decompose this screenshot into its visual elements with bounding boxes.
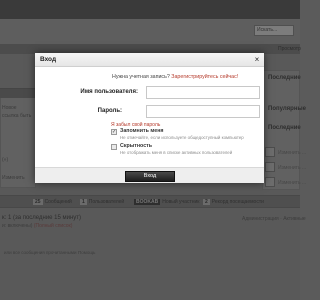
dialog-footer: Вход (35, 167, 264, 183)
admin-legend[interactable]: Администрация · Активные (242, 216, 306, 222)
forum-stats-bar: 25 Сообщений 1 Пользователей BOOKAB Новый у… (0, 195, 300, 208)
stat-users-label: Пользователей (88, 199, 125, 205)
stat-messages: 25 Сообщений (33, 199, 72, 205)
login-button[interactable]: Вход (125, 171, 175, 182)
stat-messages-label: Сообщений (44, 199, 72, 205)
search-input[interactable]: Искать... (254, 25, 294, 36)
online-users-title: к: 1 (за последние 15 минут) (2, 215, 82, 221)
full-list-link[interactable]: (Полный список) (34, 223, 73, 229)
hide-online-label: Скрытность (120, 143, 152, 149)
register-question: Нужна учетная запись? (112, 74, 170, 80)
remember-me-label: Запомнить меня (120, 128, 164, 134)
stat-users-count: 1 (80, 199, 87, 205)
avatar (265, 162, 275, 172)
stat-messages-count: 25 (33, 199, 43, 205)
forum-row-text: ссылка быть (2, 113, 32, 119)
remember-me-hint: Не отмечайте, если используете общедосту… (120, 135, 244, 140)
top-bar (0, 0, 300, 19)
avatar (265, 177, 275, 187)
stat-newest-label: Новый участник (162, 199, 200, 205)
stat-users: 1 Пользователей (80, 199, 124, 205)
sidebar-block-title: Последние (268, 125, 301, 131)
forum-row-text: Новое (2, 105, 17, 111)
hide-online-hint: Не отображать меня в списке активных пол… (120, 150, 233, 155)
sidebar-item-text[interactable]: Изменить ... (278, 150, 306, 156)
forum-row-strip (0, 88, 36, 98)
avatar (265, 147, 275, 157)
sidebar-block-title: Популярные (268, 106, 306, 112)
register-link[interactable]: Зарегистрируйтесь сейчас! (171, 74, 238, 80)
stat-record-count: 2 (203, 199, 210, 205)
dialog-title: Вход (40, 56, 57, 63)
sidebar-block-title: Последние (268, 75, 301, 81)
dialog-header: Вход × (35, 53, 264, 67)
login-dialog: Вход × Нужна учетная запись? Зарегистрир… (35, 53, 264, 183)
remember-me-checkbox[interactable]: ✓ (111, 129, 117, 135)
password-field[interactable] (146, 105, 260, 118)
forum-box (0, 88, 36, 188)
sidebar-item-text[interactable]: Изменить ... (278, 165, 306, 171)
stat-newest-member: BOOKAB Новый участник (134, 199, 199, 205)
username-field[interactable] (146, 86, 260, 99)
forum-row-text: Изменить (2, 175, 25, 181)
tab-view[interactable]: Просмотр (278, 46, 301, 52)
online-users-prefix: и: включены) (2, 223, 33, 229)
mark-read-link[interactable]: или все сообщения прочитанными (4, 250, 77, 255)
sidebar-item-text[interactable]: Изменить ... (278, 180, 306, 186)
page-header: Искать... (0, 19, 300, 44)
stat-record-label: Рекорд посещаемости (211, 199, 264, 205)
password-label: Пароль: (97, 108, 122, 114)
register-prompt: Нужна учетная запись? Зарегистрируйтесь … (112, 74, 238, 80)
stat-newest-name[interactable]: BOOKAB (134, 199, 161, 205)
close-icon[interactable]: × (253, 55, 261, 64)
forum-row-text: (») (2, 157, 9, 163)
hide-online-checkbox[interactable] (111, 144, 117, 150)
help-link[interactable]: Помощь (78, 250, 95, 255)
username-label: Имя пользователя: (80, 89, 138, 95)
online-users-list: и: включены) (Полный список) (2, 223, 72, 229)
stat-record: 2 Рекорд посещаемости (203, 199, 264, 205)
